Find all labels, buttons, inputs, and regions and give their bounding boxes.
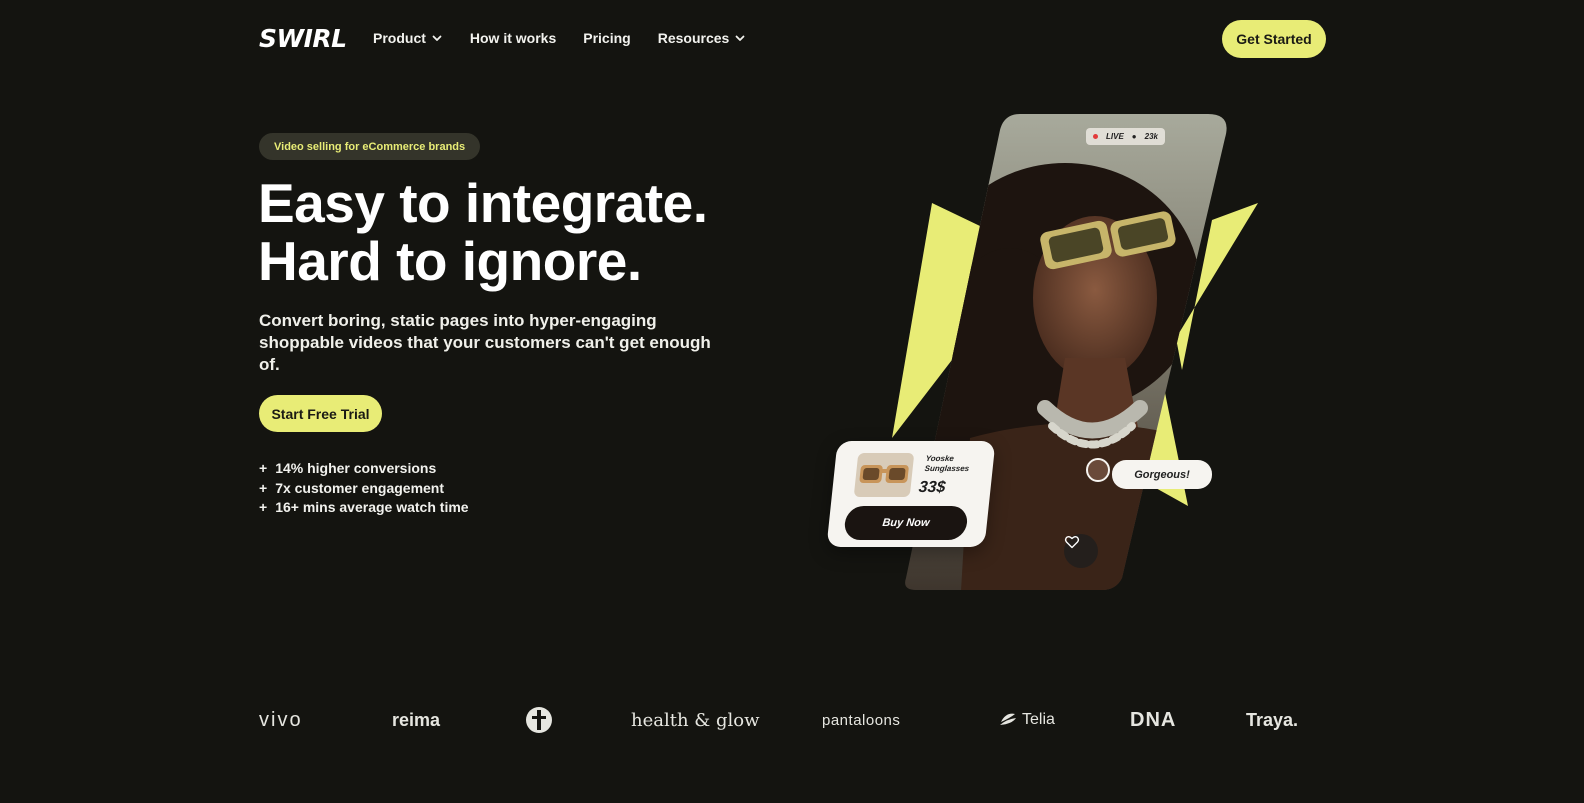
logo-traya: Traya. <box>1246 709 1299 730</box>
logo-vivo: vivo <box>259 708 303 731</box>
tagline-pill: Video selling for eCommerce brands <box>259 133 481 160</box>
telia-icon <box>1000 713 1016 725</box>
hero-headline: Easy to integrate. Hard to ignore. <box>258 172 708 292</box>
live-dot-icon <box>1093 134 1098 139</box>
logo-health-glow: health & glow <box>631 709 760 731</box>
headline-line-2: Hard to ignore. <box>258 230 642 292</box>
plus-icon: + <box>259 460 268 476</box>
viewer-icon: ● <box>1131 132 1137 141</box>
stat-item: + 14% higher conversions <box>259 459 469 479</box>
commenter-avatar <box>1086 458 1110 482</box>
product-card[interactable]: Yooske Sunglasses 33$ Buy Now <box>826 441 996 547</box>
stat-text: 14% higher conversions <box>275 460 437 476</box>
nav-product-label: Product <box>373 30 426 46</box>
product-thumbnail <box>853 453 915 497</box>
stats-list: + 14% higher conversions + 7x customer e… <box>259 459 469 518</box>
hero-visual: LIVE ● 23k Yooske Sunglasses 33$ Buy Now… <box>820 108 1280 608</box>
stat-text: 16+ mins average watch time <box>275 499 469 515</box>
chevron-down-icon <box>432 35 442 41</box>
nav-how-it-works-label: How it works <box>469 30 557 46</box>
logo-pantaloons: pantaloons <box>822 711 901 729</box>
buy-now-button[interactable]: Buy Now <box>843 506 969 540</box>
plus-icon: + <box>259 479 268 496</box>
heart-icon <box>1064 535 1080 549</box>
live-badge: LIVE ● 23k <box>1086 128 1165 145</box>
plus-icon: + <box>259 499 268 515</box>
logo-dna: DNA <box>1130 708 1177 731</box>
telia-label: Telia <box>1022 711 1055 728</box>
landing-page: SWIRL Product How it works Pricing Resou… <box>0 0 1584 803</box>
nav-how-it-works[interactable]: How it works <box>470 30 556 46</box>
start-free-trial-button[interactable]: Start Free Trial <box>259 395 382 432</box>
sunglasses-icon <box>859 465 909 483</box>
like-button[interactable] <box>1064 534 1098 568</box>
hero-subtitle: Convert boring, static pages into hyper-… <box>259 311 711 374</box>
nav-product[interactable]: Product <box>373 30 443 46</box>
product-price: 33$ <box>917 479 947 496</box>
get-started-button[interactable]: Get Started <box>1222 20 1326 58</box>
stat-item: + 16+ mins average watch time <box>259 498 469 518</box>
nav-pricing-label: Pricing <box>583 30 631 46</box>
stat-item: + 7x customer engagement <box>259 479 469 499</box>
logo-telia: Telia <box>998 700 1055 740</box>
comment-bubble: Gorgeous! <box>1112 460 1212 489</box>
viewer-count: 23k <box>1144 132 1158 141</box>
live-label: LIVE <box>1106 132 1124 141</box>
logo-emblem-icon <box>524 700 554 740</box>
stat-text: 7x customer engagement <box>275 479 445 496</box>
logo-reima: reima <box>392 709 441 730</box>
nav-resources[interactable]: Resources <box>658 30 747 46</box>
nav-resources-label: Resources <box>657 30 730 46</box>
main-nav: Product How it works Pricing Resources <box>373 30 773 46</box>
swirl-logo[interactable]: SWIRL <box>259 24 347 53</box>
nav-pricing[interactable]: Pricing <box>583 30 630 46</box>
headline-line-1: Easy to integrate. <box>258 172 708 234</box>
brand-logos-row: vivo reima health & glow pantaloons Teli… <box>0 700 1584 740</box>
chevron-down-icon <box>735 35 745 41</box>
product-name: Yooske Sunglasses <box>924 454 970 473</box>
